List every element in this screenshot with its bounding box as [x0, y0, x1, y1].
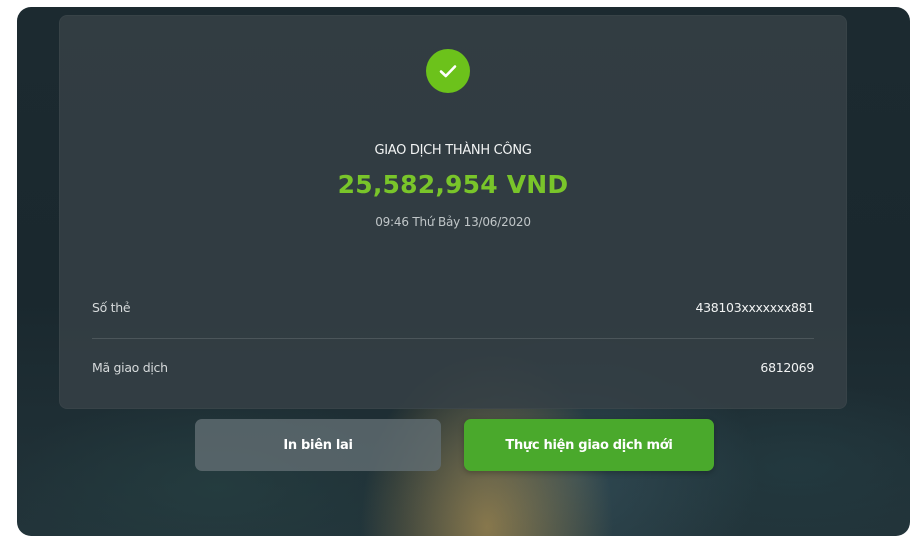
status-title: GIAO DỊCH THÀNH CÔNG — [374, 143, 532, 158]
detail-row-transaction-id: Mã giao dịch 6812069 — [92, 360, 814, 380]
result-card: GIAO DỊCH THÀNH CÔNG 25,582,954 VND 09:4… — [59, 15, 847, 409]
detail-divider — [92, 338, 814, 339]
success-badge — [426, 49, 470, 93]
new-transaction-button[interactable]: Thực hiện giao dịch mới — [464, 419, 714, 471]
detail-row-card-number: Số thẻ 438103xxxxxxx881 — [92, 300, 814, 320]
transaction-amount: 25,582,954 VND — [337, 170, 569, 199]
card-number-value: 438103xxxxxxx881 — [695, 300, 814, 315]
check-icon — [439, 65, 457, 78]
card-number-label: Số thẻ — [92, 300, 131, 315]
print-receipt-label: In biên lai — [283, 437, 353, 453]
transaction-id-value: 6812069 — [760, 360, 814, 375]
new-transaction-label: Thực hiện giao dịch mới — [505, 437, 673, 453]
transaction-result-window: GIAO DỊCH THÀNH CÔNG 25,582,954 VND 09:4… — [17, 7, 910, 536]
print-receipt-button[interactable]: In biên lai — [195, 419, 441, 471]
transaction-id-label: Mã giao dịch — [92, 360, 168, 375]
transaction-datetime: 09:46 Thứ Bảy 13/06/2020 — [375, 215, 531, 229]
